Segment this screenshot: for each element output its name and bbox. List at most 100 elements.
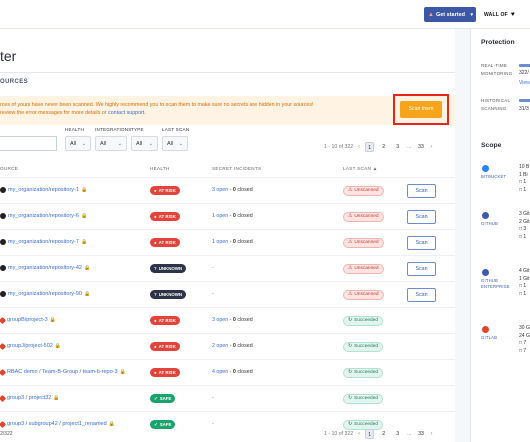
scope-name-1: GITLAB <box>481 335 498 340</box>
wall-of-love-link[interactable]: WALL OF ♥ <box>484 11 515 18</box>
source-link[interactable]: my_organization/repository-42 🔒 <box>0 265 90 271</box>
health-filter-select[interactable]: All ⌄ <box>65 136 91 151</box>
open-incidents-link[interactable]: 1 open <box>212 239 228 245</box>
last-scan-badge: ↻ Succeeded <box>343 394 384 404</box>
lock-icon: 🔒 <box>83 265 91 271</box>
last-scan-badge: ⚠ Unscanned <box>343 264 384 274</box>
github-icon <box>482 269 489 276</box>
health-badge-label: UNKNOWN <box>158 266 183 271</box>
pagination-range: 1 - 10 of 322 <box>324 431 354 437</box>
github-icon <box>0 291 6 297</box>
closed-incidents-label: closed <box>235 187 253 193</box>
alert-icon: ⚠ <box>348 292 353 297</box>
search-input[interactable] <box>0 136 57 151</box>
open-incidents-link[interactable]: 4 open <box>212 369 228 375</box>
scope-line-2: 24 G <box>519 332 530 339</box>
scope-name: GITHUB ENTERPRISE <box>481 278 510 290</box>
alert-icon: ⚠ <box>348 266 353 271</box>
page-last[interactable]: 33 <box>416 142 425 152</box>
health-badge-icon: ● <box>154 240 157 245</box>
source-link[interactable]: groupB/project-3 🔒 <box>0 316 56 324</box>
github-icon <box>0 213 6 219</box>
source-link[interactable]: my_organization/repository-90 🔒 <box>0 291 90 297</box>
page-2[interactable]: 2 <box>379 429 388 439</box>
source-link[interactable]: groupJ/project-502 🔒 <box>0 342 61 350</box>
last-scan-label: Succeeded <box>354 318 379 323</box>
table-row: group3 / project32 🔒 ✓ SAFE - ↻ Succeeded <box>0 385 455 411</box>
page-3[interactable]: 3 <box>393 429 402 439</box>
last-scan-badge: ⚠ Unscanned <box>343 290 384 300</box>
source-link[interactable]: my_organization/repository-1 🔒 <box>0 187 87 193</box>
github-icon <box>0 265 6 271</box>
lock-icon: 🔒 <box>83 291 91 297</box>
contact-support-link[interactable]: contact support <box>108 110 144 116</box>
col-incidents[interactable]: SECRET INCIDENTS <box>212 166 261 171</box>
table-header: OURCE HEALTH SECRET INCIDENTS LAST SCAN … <box>0 164 455 176</box>
scan-button[interactable]: Scan <box>407 262 436 276</box>
source-name: my_organization/repository-42 <box>8 265 82 271</box>
historical-label-2: SCANNING <box>481 106 507 111</box>
scan-them-button[interactable]: Scan them <box>400 101 442 118</box>
lock-icon: 🔒 <box>53 395 60 401</box>
source-link[interactable]: group3 / subgroup42 / project1_renamed 🔒 <box>0 420 115 428</box>
page-1[interactable]: 1 <box>365 429 375 439</box>
chevron-down-icon: ⌄ <box>81 140 86 147</box>
historical-progress-bar <box>519 99 530 102</box>
scan-button[interactable]: Scan <box>407 210 436 224</box>
source-link[interactable]: my_organization/repository-6 🔒 <box>0 213 87 219</box>
open-incidents-link[interactable]: 1 open <box>212 213 228 219</box>
chevron-down-icon: ⌄ <box>117 140 122 147</box>
col-last-scan[interactable]: LAST SCAN ▲ <box>343 166 378 171</box>
heart-icon: ♥ <box>510 11 515 18</box>
source-name: my_organization/repository-7 <box>8 239 79 245</box>
health-badge-icon: ● <box>154 344 157 349</box>
warning-text: rces of yours have never been scanned. W… <box>0 102 314 108</box>
github-icon <box>0 239 6 245</box>
open-incidents-link[interactable]: 2 open <box>212 343 228 349</box>
scope-line-3: □ 1 <box>519 283 527 289</box>
page-1[interactable]: 1 <box>365 142 375 152</box>
scope-line-3: □ 7 <box>519 340 527 346</box>
health-badge: ● AT RISK <box>150 212 180 221</box>
integrations-filter-select[interactable]: All ⌄ <box>95 136 127 151</box>
source-link[interactable]: my_organization/repository-7 🔒 <box>0 239 87 245</box>
scope-name: BITBUCKET <box>481 174 506 180</box>
source-name: my_organization/repository-1 <box>8 187 79 193</box>
source-link[interactable]: RBAC demo / Team-B-Group / team-b-repo-3… <box>0 368 126 376</box>
type-filter-select[interactable]: All ⌄ <box>131 136 158 151</box>
scan-button[interactable]: Scan <box>407 184 436 198</box>
chevron-down-icon: ▾ <box>470 11 473 18</box>
open-incidents-link[interactable]: 3 open <box>212 187 228 193</box>
scan-button[interactable]: Scan <box>407 236 436 250</box>
page-3[interactable]: 3 <box>393 142 402 152</box>
right-panel: Protection REAL-TIME MONITORING 322/ View… <box>470 29 530 442</box>
realtime-view-link[interactable]: View <box>519 80 530 86</box>
last-scan-label: Unscanned <box>354 214 379 219</box>
open-incidents-link[interactable]: 3 open <box>212 317 228 323</box>
wall-of-label: WALL OF <box>484 11 508 18</box>
page-last[interactable]: 33 <box>416 429 425 439</box>
realtime-progress-bar <box>519 64 530 67</box>
scope-line-2: 2 Git <box>519 218 530 225</box>
chevron-right-icon[interactable]: › <box>430 144 432 150</box>
page-2[interactable]: 2 <box>379 142 388 152</box>
pagination-top: 1 - 10 of 322 ‹ 1 2 3 ... 33 › <box>324 142 432 152</box>
col-last-scan-label: LAST SCAN <box>343 166 372 171</box>
table-row: my_organization/repository-6 🔒 ● AT RISK 1 o… <box>0 203 455 229</box>
pagination-range: 1 - 10 of 322 <box>324 144 354 150</box>
scope-name-1: GITHUB <box>481 221 499 226</box>
scan-button[interactable]: Scan <box>407 288 436 302</box>
last-scan-filter-select[interactable]: All ⌄ <box>162 136 188 151</box>
col-health[interactable]: HEALTH <box>150 166 170 171</box>
sort-asc-icon: ▲ <box>372 166 378 171</box>
get-started-button[interactable]: ▲ Get started ▾ <box>424 7 476 22</box>
health-badge-icon: ● <box>154 214 157 219</box>
chevron-right-icon[interactable]: › <box>430 431 432 437</box>
refresh-icon: ↻ <box>348 370 353 375</box>
chevron-left-icon[interactable]: ‹ <box>358 144 360 150</box>
incidents-summary: 1 open - 0 closed <box>212 213 253 219</box>
chevron-left-icon[interactable]: ‹ <box>358 431 360 437</box>
source-link[interactable]: group3 / project32 🔒 <box>0 394 60 402</box>
closed-incidents-label: closed <box>235 239 253 245</box>
col-source[interactable]: OURCE <box>0 166 18 171</box>
